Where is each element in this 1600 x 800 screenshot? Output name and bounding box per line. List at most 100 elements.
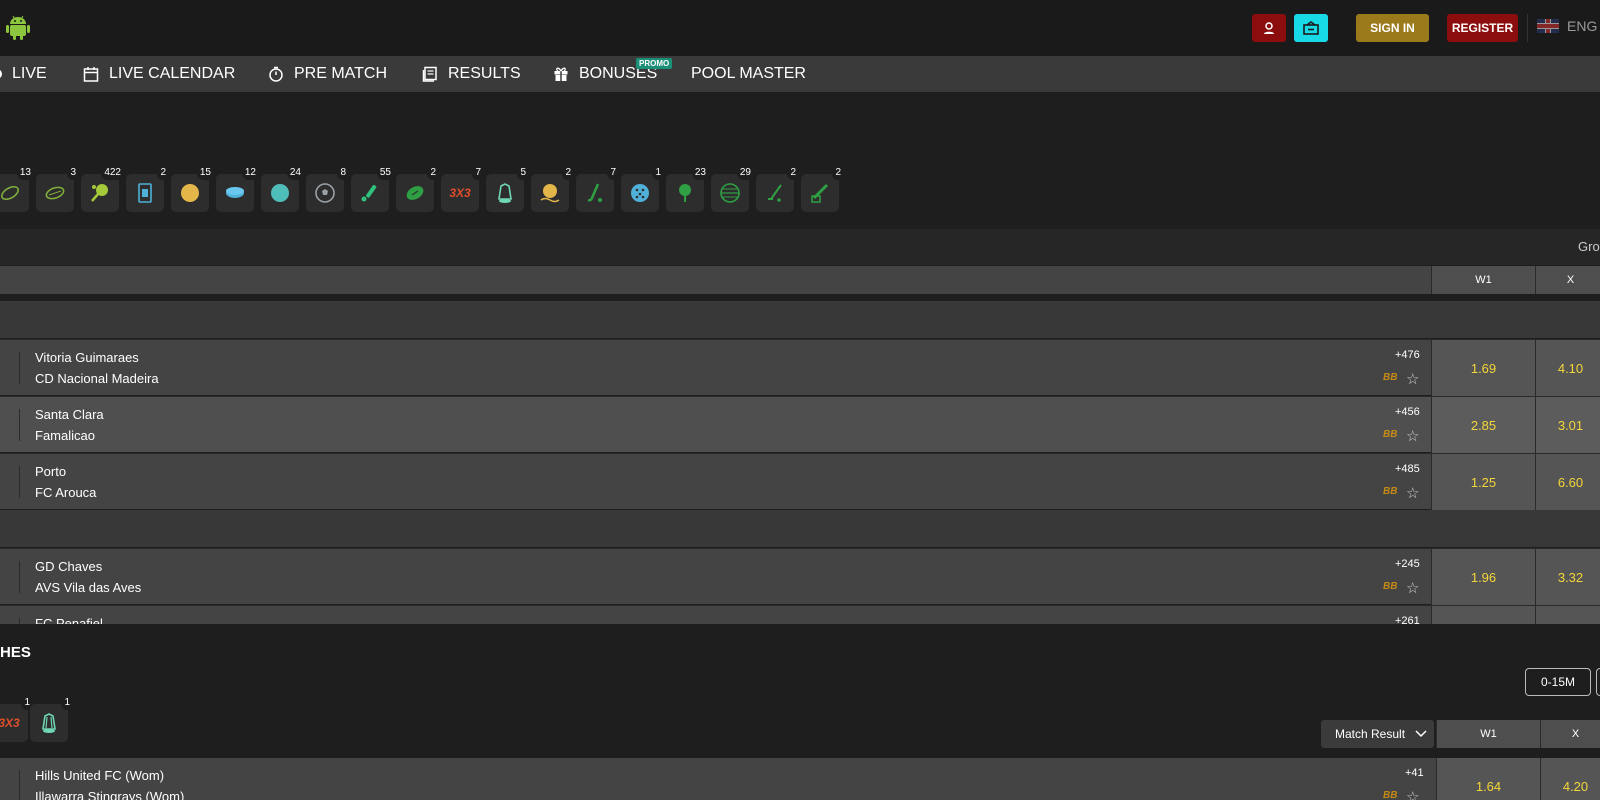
3x3-basketball-icon: 3X3 [449, 186, 471, 200]
row-divider [19, 561, 20, 593]
column-w1: W1 [1436, 720, 1540, 748]
nav-live[interactable]: LIVE [0, 56, 47, 92]
team-away: FC Arouca [35, 485, 97, 500]
favorite-star-icon[interactable]: ☆ [1406, 427, 1419, 445]
favorite-star-icon[interactable]: ☆ [1406, 579, 1419, 597]
prematch-match-row[interactable]: Hills United FC (Wom) Illawarra Stingray… [0, 758, 1600, 800]
sport-tile-football[interactable]: 8 [306, 166, 349, 212]
sport-count: 3 [67, 166, 79, 180]
nav-live-calendar[interactable]: LIVE CALENDAR [83, 56, 235, 92]
sport-tile-badminton[interactable]: 5 [486, 166, 529, 212]
league-header[interactable] [0, 301, 1600, 338]
sport-tile-field-hockey[interactable]: 7 [576, 166, 619, 212]
top-header: SIGN IN REGISTER ENG [0, 0, 1600, 56]
sport-tile-volleyball[interactable]: 15 [171, 166, 214, 212]
odd-x[interactable]: 3.01 [1535, 397, 1600, 453]
odd-w1[interactable]: 1.69 [1431, 340, 1535, 396]
favorite-star-icon[interactable]: ☆ [1406, 370, 1419, 388]
sport-tile-american-football[interactable]: 2 [396, 166, 439, 212]
sport-tile-rugby[interactable]: 13 [0, 166, 34, 212]
support-button[interactable] [1252, 14, 1286, 42]
rugby-icon [1, 185, 19, 201]
time-filter-button[interactable]: 0-15M [1525, 668, 1591, 696]
android-app-icon[interactable] [4, 14, 32, 42]
sport-tile-lacrosse-ball[interactable]: 29 [711, 166, 754, 212]
sport-tile-hockey-stick[interactable]: 2 [756, 166, 799, 212]
odd-x[interactable]: 4.20 [1540, 758, 1600, 800]
sport-tile-table-tennis[interactable]: 422 [81, 166, 124, 212]
table-tennis-icon [91, 184, 108, 202]
more-markets-count[interactable]: +41 [1405, 767, 1424, 779]
live-match-row[interactable]: GD Chaves AVS Vila das Aves +245 BB ☆ 1.96 3.3… [0, 548, 1600, 605]
golf-icon [679, 184, 691, 202]
stopwatch-icon [269, 66, 283, 82]
sign-in-button[interactable]: SIGN IN [1356, 14, 1429, 42]
time-filter-button-next[interactable] [1596, 668, 1600, 696]
bet-builder-badge[interactable]: BB [1383, 790, 1397, 800]
results-icon [422, 66, 437, 82]
badminton-icon [498, 183, 512, 203]
more-markets-count[interactable]: +476 [1395, 349, 1420, 361]
more-markets-count[interactable]: +456 [1395, 406, 1420, 418]
live-match-row[interactable]: Vitoria Guimaraes CD Nacional Madeira +476… [0, 339, 1600, 396]
bet-builder-badge[interactable]: BB [1383, 429, 1397, 440]
odd-w1[interactable]: 2.85 [1431, 397, 1535, 453]
sport-tile-ice-hockey[interactable]: 12 [216, 166, 259, 212]
nav-pool-master[interactable]: POOL MASTER [691, 56, 806, 92]
language-selector[interactable]: ENG [1537, 18, 1597, 34]
sport-tile-cricket[interactable]: 55 [351, 166, 394, 212]
odd-w1[interactable]: 1.96 [1431, 549, 1535, 605]
live-match-row[interactable]: Santa Clara Famalicao +456 BB ☆ 2.85 3.01 [0, 396, 1600, 453]
sport-tile-aussie-rules[interactable]: 3 [36, 166, 79, 212]
bet-builder-badge[interactable]: BB [1383, 372, 1397, 383]
odd-x[interactable]: 6.60 [1535, 454, 1600, 510]
league-header[interactable] [0, 510, 1600, 547]
sport-tile-golf[interactable]: 23 [666, 166, 709, 212]
ice-hockey-icon [226, 187, 244, 198]
odd-x[interactable]: 4.10 [1535, 340, 1600, 396]
favorite-star-icon[interactable]: ☆ [1406, 788, 1419, 800]
page: SIGN IN REGISTER ENG LIVE LIVE CALENDAR … [0, 0, 1600, 800]
prematch-sport-badminton[interactable]: 1 [30, 696, 73, 742]
sport-count: 23 [691, 166, 709, 180]
baseball-bat-icon [811, 183, 829, 203]
odd-w1[interactable]: 1.25 [1431, 454, 1535, 510]
nav-live-label: LIVE [12, 65, 47, 82]
team-home: Hills United FC (Wom) [35, 768, 165, 783]
sport-tile-card-game[interactable]: 2 [126, 166, 169, 212]
calendar-icon [83, 67, 99, 82]
nav-results[interactable]: RESULTS [422, 56, 521, 92]
column-x: X [1540, 720, 1600, 748]
market-select[interactable]: Match Result [1321, 720, 1434, 748]
prematch-sport-3x3-basketball[interactable]: 3X3 1 [0, 696, 33, 742]
more-markets-count[interactable]: +245 [1395, 558, 1420, 570]
sport-count: 2 [157, 166, 169, 180]
floorball-icon [631, 184, 649, 202]
sport-tile-3x3-basketball[interactable]: 3X3 7 [441, 166, 484, 212]
sport-tile-baseball-bat[interactable]: 2 [801, 166, 844, 212]
group-bar: Gro [0, 229, 1600, 265]
cricket-icon [361, 184, 377, 202]
favorite-star-icon[interactable]: ☆ [1406, 484, 1419, 502]
odd-x[interactable]: 3.32 [1535, 549, 1600, 605]
sport-tile-floorball[interactable]: 1 [621, 166, 664, 212]
sport-count: 8 [337, 166, 349, 180]
group-toggle-label[interactable]: Gro [1578, 239, 1600, 254]
column-w1: W1 [1431, 266, 1535, 294]
more-markets-count[interactable]: +485 [1395, 463, 1420, 475]
live-sports-strip: 13 3 422 2 15 12 24 8 55 2 3X3 7 5 2 7 1 23 29 2 2 [0, 92, 1600, 228]
sport-count: 55 [376, 166, 394, 180]
team-away: CD Nacional Madeira [35, 371, 159, 386]
tennis-icon [271, 184, 289, 202]
sport-tile-beach-volleyball[interactable]: 2 [531, 166, 574, 212]
live-match-row[interactable]: Porto FC Arouca +485 BB ☆ 1.25 6.60 [0, 453, 1600, 510]
sport-count: 13 [16, 166, 34, 180]
nav-pre-match[interactable]: PRE MATCH [268, 56, 387, 92]
sport-tile-tennis[interactable]: 24 [261, 166, 304, 212]
sport-count: 2 [562, 166, 574, 180]
bet-builder-badge[interactable]: BB [1383, 581, 1397, 592]
register-button[interactable]: REGISTER [1447, 14, 1518, 42]
bet-builder-badge[interactable]: BB [1383, 486, 1397, 497]
odd-w1[interactable]: 1.64 [1436, 758, 1540, 800]
promo-button[interactable] [1294, 14, 1328, 42]
